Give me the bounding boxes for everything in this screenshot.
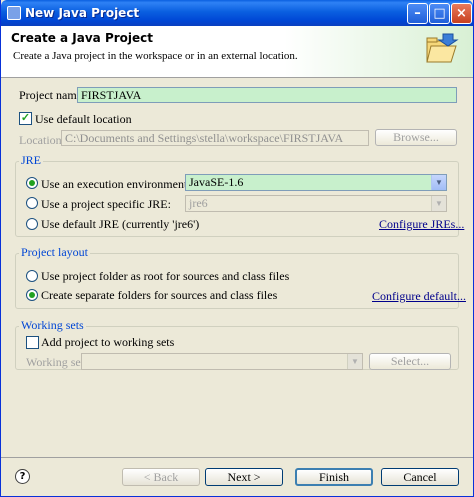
working-sets-combo[interactable]: ▼ [81,353,363,370]
jre-default-radio[interactable] [26,218,38,230]
back-button[interactable]: < Back [122,468,200,486]
layout-separate-folders-radio[interactable] [26,289,38,301]
layout-project-root-radio[interactable] [26,270,38,282]
new-java-project-dialog: New Java Project – □ × Create a Java Pro… [0,0,474,497]
layout-project-root-label: Use project folder as root for sources a… [41,269,290,283]
execution-environment-combo[interactable]: JavaSE-1.6 ▼ [185,174,447,191]
project-name-input[interactable]: FIRSTJAVA [77,87,457,103]
configure-default-link[interactable]: Configure default... [372,289,466,304]
add-to-working-sets-label: Add project to working sets [41,335,175,349]
title-bar[interactable]: New Java Project – □ × [1,0,473,26]
wizard-description: Create a Java project in the workspace o… [13,50,298,62]
chevron-down-icon[interactable]: ▼ [431,175,446,190]
project-specific-jre-combo[interactable]: jre6 ▼ [185,195,447,212]
use-default-location-checkbox[interactable]: ✓ [19,112,32,125]
use-default-location-label: Use default location [35,112,132,126]
finish-button[interactable]: Finish [295,468,373,486]
project-specific-jre-value: jre6 [189,196,208,210]
minimize-icon[interactable]: – [407,3,428,24]
next-button[interactable]: Next > [205,468,283,486]
close-icon[interactable]: × [451,3,472,24]
location-input[interactable]: C:\Documents and Settings\stella\workspa… [61,130,369,146]
project-name-label: Project name: [19,88,86,102]
layout-separate-folders-label: Create separate folders for sources and … [41,288,278,302]
footer-separator [1,457,473,458]
wizard-content: Project name: FIRSTJAVA ✓ Use default lo… [1,79,473,457]
help-icon[interactable]: ? [15,469,30,484]
window-title: New Java Project [25,6,140,20]
jre-project-specific-label: Use a project specific JRE: [41,197,171,211]
jre-execution-environment-radio[interactable] [26,177,38,189]
jre-default-label: Use default JRE (currently 'jre6') [41,217,200,231]
chevron-down-icon[interactable]: ▼ [347,354,362,369]
open-folder-icon [426,33,459,63]
jre-group-title: JRE [19,153,44,168]
working-sets-group-title: Working sets [19,318,86,333]
maximize-icon[interactable]: □ [429,3,450,24]
project-layout-group-title: Project layout [19,245,90,260]
execution-environment-value: JavaSE-1.6 [189,175,244,189]
location-label: Location: [19,133,65,147]
jre-project-specific-radio[interactable] [26,197,38,209]
select-working-sets-button[interactable]: Select... [369,353,451,370]
add-to-working-sets-checkbox[interactable] [26,336,39,349]
eclipse-icon [7,6,21,20]
configure-jres-link[interactable]: Configure JREs... [379,217,464,232]
wizard-title: Create a Java Project [11,31,154,45]
browse-button[interactable]: Browse... [375,129,457,146]
chevron-down-icon[interactable]: ▼ [431,196,446,211]
wizard-header: Create a Java Project Create a Java proj… [1,26,473,78]
cancel-button[interactable]: Cancel [381,468,459,486]
